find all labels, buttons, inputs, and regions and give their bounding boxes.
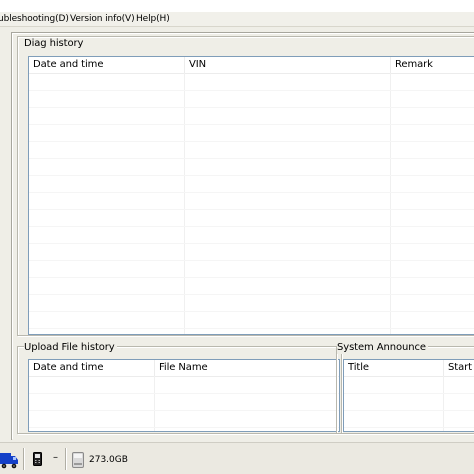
row-gridline — [344, 427, 474, 428]
column-header-date-time[interactable]: Date and time — [29, 360, 155, 376]
row-gridline — [29, 107, 474, 108]
row-gridline — [29, 192, 474, 193]
drive-size-label: 273.0GB — [89, 455, 128, 465]
taskbar-separator-highlight — [66, 448, 67, 470]
row-gridline — [29, 226, 474, 227]
column-header-title[interactable]: Title — [344, 360, 444, 376]
title-strip — [0, 0, 474, 12]
row-gridline — [29, 311, 474, 312]
row-gridline — [29, 410, 339, 411]
row-gridline — [29, 209, 474, 210]
column-header-remark[interactable]: Remark — [391, 57, 474, 73]
upload-file-history-header: Date and time File Name — [29, 360, 339, 377]
menu-version-info[interactable]: Version info(V) — [70, 13, 135, 26]
upload-file-history-title: Upload File history — [24, 342, 117, 354]
menu-troubleshooting[interactable]: ubleshooting(D) — [0, 13, 69, 26]
diag-history-title: Diag history — [24, 38, 86, 50]
row-gridline — [29, 328, 474, 329]
column-header-date-time[interactable]: Date and time — [29, 57, 185, 73]
row-gridline — [29, 243, 474, 244]
row-gridline — [29, 158, 474, 159]
taskbar-separator-highlight — [24, 448, 25, 470]
menu-help[interactable]: Help(H) — [136, 13, 170, 26]
column-header-start[interactable]: Start — [444, 360, 474, 376]
system-announce-title: System Announce — [337, 342, 428, 354]
row-gridline — [29, 90, 474, 91]
taskbar-dash: – — [53, 452, 58, 463]
row-gridline — [29, 294, 474, 295]
column-divider — [154, 376, 155, 431]
row-gridline — [29, 124, 474, 125]
row-gridline — [29, 175, 474, 176]
diag-history-list[interactable]: Date and time VIN Remark — [28, 56, 474, 335]
row-gridline — [29, 393, 339, 394]
diag-history-header: Date and time VIN Remark — [29, 57, 474, 74]
menu-bar: ubleshooting(D) Version info(V) Help(H) — [0, 12, 474, 27]
column-header-vin[interactable]: VIN — [185, 57, 391, 73]
truck-icon[interactable] — [0, 450, 18, 469]
drive-icon[interactable] — [72, 452, 84, 468]
phone-icon[interactable] — [33, 452, 42, 466]
system-announce-header: Title Start — [344, 360, 474, 377]
system-announce-list[interactable]: Title Start — [343, 359, 474, 432]
row-gridline — [29, 277, 474, 278]
column-header-file-name[interactable]: File Name — [155, 360, 339, 376]
column-divider — [443, 376, 444, 431]
row-gridline — [344, 393, 474, 394]
row-gridline — [29, 141, 474, 142]
row-gridline — [344, 410, 474, 411]
upload-file-history-list[interactable]: Date and time File Name — [28, 359, 340, 432]
row-gridline — [29, 260, 474, 261]
row-gridline — [29, 427, 339, 428]
